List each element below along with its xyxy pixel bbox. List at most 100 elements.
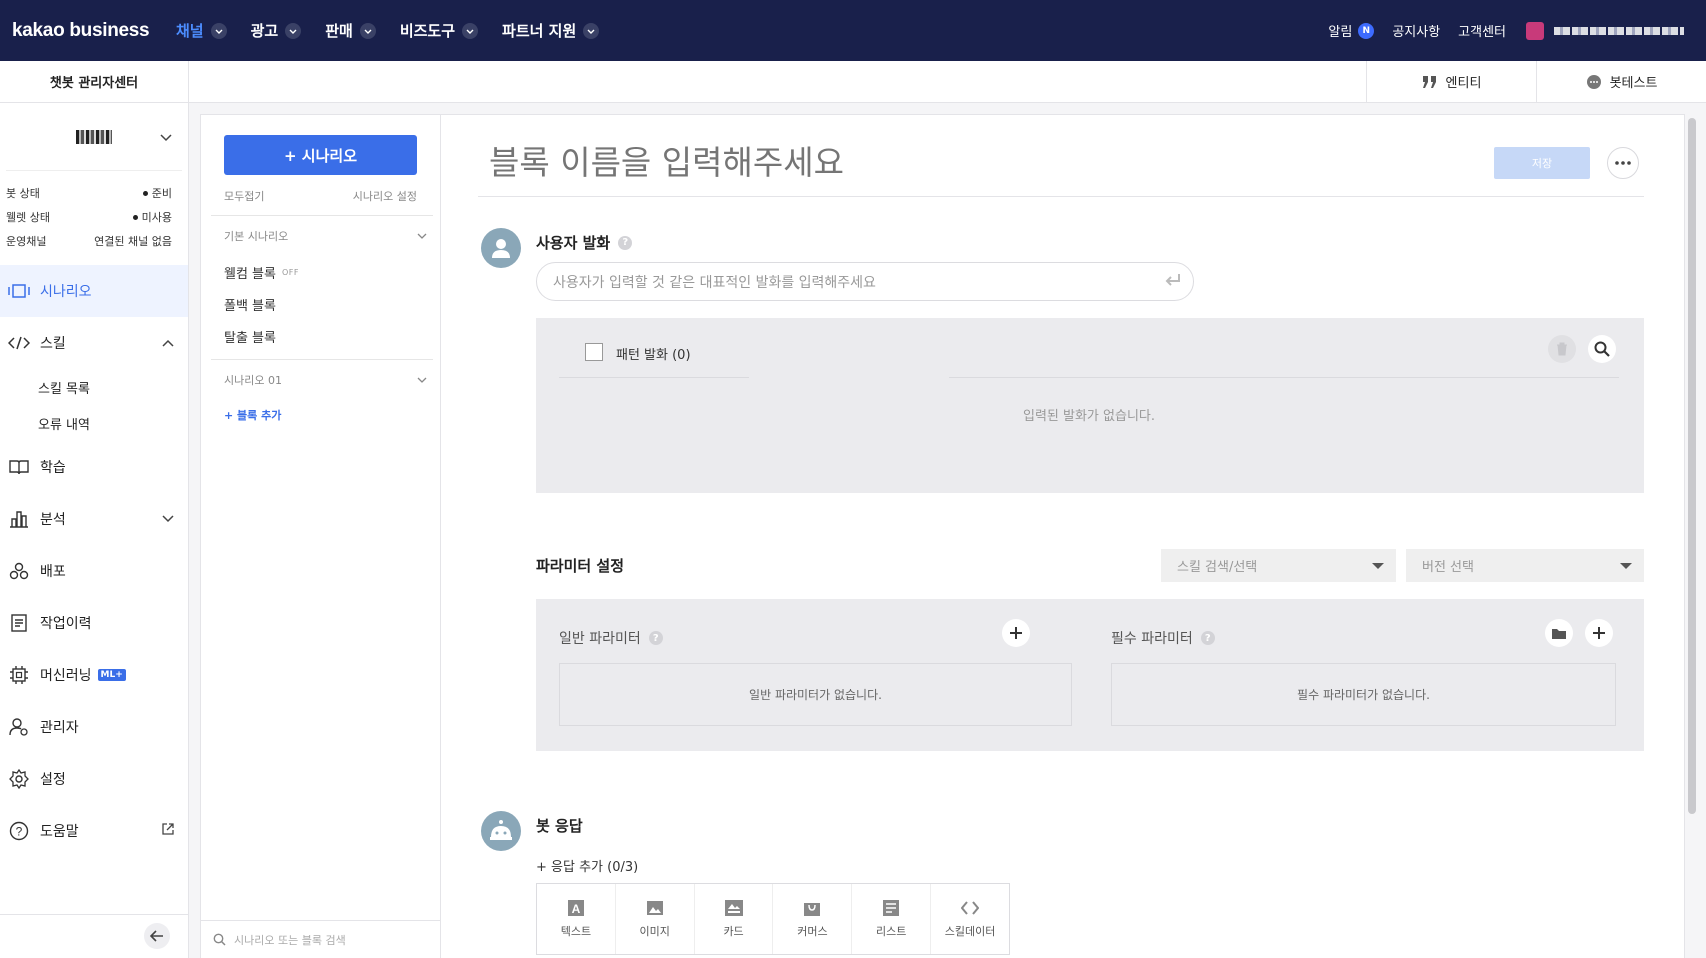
pattern-select-all-checkbox[interactable] [585, 343, 603, 361]
add-block-button[interactable]: + 블록 추가 [211, 400, 433, 430]
block-label: 탈출 블록 [224, 330, 276, 346]
sidebar-item-learning[interactable]: 학습 [0, 441, 188, 493]
ml-plus-badge: ML+ [97, 669, 126, 681]
save-button[interactable]: 저장 [1494, 147, 1590, 179]
account-name-redacted[interactable] [1554, 26, 1684, 35]
nav-label: 채널 [176, 22, 204, 40]
notifications-link[interactable]: 알림 N [1328, 21, 1375, 40]
add-general-parameter-button[interactable] [1002, 619, 1030, 647]
sidebar-item-label: 설정 [40, 772, 66, 788]
response-type-card[interactable]: 카드 [695, 884, 774, 954]
utterance-input[interactable]: 사용자가 입력할 것 같은 대표적인 발화를 입력해주세요 [536, 262, 1194, 301]
skill-select[interactable]: 스킬 검색/선택 [1161, 549, 1396, 582]
sidebar-item-skill-list[interactable]: 스킬 목록 [0, 369, 188, 405]
notice-link[interactable]: 공지사항 [1392, 21, 1440, 40]
block-item-welcome[interactable]: 웰컴 블록 OFF [211, 256, 433, 288]
collapse-all-link[interactable]: 모두접기 [224, 188, 264, 204]
sidebar-item-admin[interactable]: 관리자 [0, 701, 188, 753]
shopping-bag-icon [803, 899, 821, 917]
help-icon[interactable]: ? [618, 235, 633, 250]
plus-icon [1010, 627, 1022, 639]
scenario-group-01: 시나리오 01 + 블록 추가 [211, 359, 433, 430]
support-link[interactable]: 고객센터 [1458, 21, 1506, 40]
response-type-text[interactable]: A 텍스트 [537, 884, 616, 954]
bot-selector[interactable] [6, 103, 182, 171]
divider [949, 377, 1619, 378]
scenario-search[interactable]: 시나리오 또는 블록 검색 [201, 920, 440, 958]
brand-logo[interactable]: kakao business [12, 20, 176, 42]
response-type-list[interactable]: 리스트 [852, 884, 932, 954]
nav-label: 판매 [325, 22, 353, 40]
list-icon [882, 899, 900, 917]
top-nav: kakao business 채널 광고 판매 비즈도구 파트너 지원 알림 N… [0, 0, 1706, 61]
skill-select-value: 스킬 검색/선택 [1177, 560, 1258, 575]
chevron-down-icon [162, 511, 174, 527]
response-type-commerce[interactable]: 커머스 [773, 884, 853, 954]
sidebar-item-settings[interactable]: 설정 [0, 753, 188, 805]
status-value-text: 준비 [151, 187, 172, 200]
chevron-up-icon [162, 335, 174, 351]
search-placeholder: 시나리오 또는 블록 검색 [234, 933, 346, 947]
svg-text:A: A [572, 902, 581, 916]
section-title-text: 봇 응답 [536, 817, 583, 835]
sidebar-item-analysis[interactable]: 분석 [0, 493, 188, 545]
scrollbar-thumb[interactable] [1688, 118, 1696, 814]
nav-item-partner[interactable]: 파트너 지원 [502, 20, 600, 41]
account-avatar[interactable] [1526, 21, 1544, 40]
add-scenario-button[interactable]: + 시나리오 [224, 135, 417, 175]
scrollbar[interactable] [1685, 114, 1699, 958]
help-icon[interactable]: ? [648, 631, 663, 645]
nav-item-channel[interactable]: 채널 [176, 20, 227, 41]
sidebar-item-ml[interactable]: 머신러닝 ML+ [0, 649, 188, 701]
nav-item-sales[interactable]: 판매 [325, 20, 376, 41]
sidebar-footer [0, 914, 188, 958]
delete-utterance-button[interactable] [1548, 335, 1576, 363]
sidebar-item-help[interactable]: ? 도움말 [0, 805, 188, 857]
search-utterance-button[interactable] [1588, 335, 1616, 363]
more-options-button[interactable] [1607, 147, 1639, 179]
scenario-group-header[interactable]: 기본 시나리오 [211, 216, 433, 256]
entity-button[interactable]: 엔티티 [1366, 61, 1536, 102]
version-select[interactable]: 버전 선택 [1406, 549, 1644, 582]
response-type-skill-data[interactable]: 스킬데이터 [931, 884, 1009, 954]
sidebar-item-deploy[interactable]: 배포 [0, 545, 188, 597]
sidebar-item-error-log[interactable]: 오류 내역 [0, 405, 188, 441]
collapse-sidebar-button[interactable] [144, 923, 170, 949]
chat-bubble-icon [1586, 74, 1601, 89]
trash-icon [1557, 342, 1567, 356]
nav-item-biz-tools[interactable]: 비즈도구 [400, 20, 479, 41]
block-item-exit[interactable]: 탈출 블록 [211, 320, 433, 352]
bot-test-button[interactable]: 봇테스트 [1536, 61, 1706, 102]
required-parameter-empty: 필수 파라미터가 없습니다. [1111, 663, 1616, 726]
version-select-value: 버전 선택 [1422, 560, 1474, 575]
scenario-group-header[interactable]: 시나리오 01 [211, 360, 433, 400]
scenario-tools: 모두접기 시나리오 설정 [224, 188, 417, 204]
nav-label: 광고 [250, 22, 279, 40]
text-icon: A [567, 899, 585, 917]
sidebar-item-skill[interactable]: 스킬 [0, 317, 188, 369]
nav-item-ads[interactable]: 광고 [251, 20, 302, 41]
card-icon [724, 899, 743, 917]
notifications-label: 알림 [1328, 25, 1353, 40]
image-icon [646, 899, 664, 917]
sidebar-item-history[interactable]: 작업이력 [0, 597, 188, 649]
block-name-input[interactable] [489, 143, 1209, 182]
sidebar-item-scenario[interactable]: 시나리오 [0, 265, 188, 317]
plus-icon [1593, 627, 1605, 639]
response-type-label: 카드 [723, 925, 744, 938]
scenario-group-title: 기본 시나리오 [224, 230, 289, 243]
block-item-fallback[interactable]: 폴백 블록 [211, 288, 433, 320]
divider [478, 196, 1644, 197]
response-type-image[interactable]: 이미지 [616, 884, 695, 954]
section-title-text: 사용자 발화 [536, 234, 611, 252]
scenario-settings-link[interactable]: 시나리오 설정 [353, 188, 417, 204]
block-label: 폴백 블록 [224, 298, 276, 314]
status-label: 봇 상태 [6, 187, 40, 200]
folder-parameter-button[interactable] [1545, 619, 1573, 647]
add-response-button[interactable]: + 응답 추가 (0/3) [536, 856, 638, 875]
enter-icon[interactable] [1165, 273, 1181, 287]
help-icon[interactable]: ? [1200, 631, 1215, 645]
bot-response-title: 봇 응답 [536, 815, 583, 836]
add-required-parameter-button[interactable] [1585, 619, 1613, 647]
chevron-down-icon [417, 233, 427, 239]
